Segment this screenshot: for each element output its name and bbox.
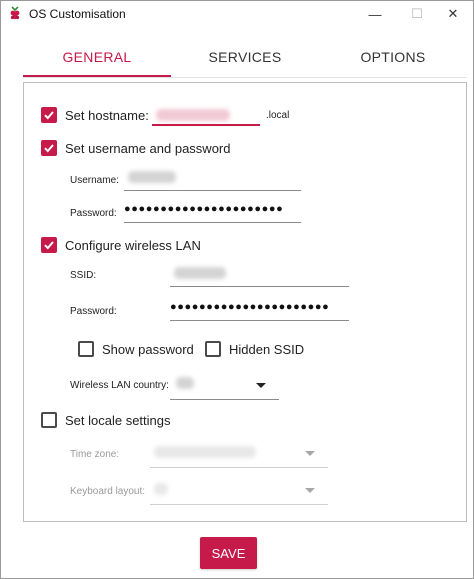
timezone-value — [154, 446, 256, 458]
keyboard-layout-select[interactable] — [150, 504, 328, 505]
ssid-label: SSID: — [70, 270, 97, 281]
wifi-country-value — [176, 377, 194, 389]
locale-row: Set locale settings — [41, 412, 171, 428]
close-button[interactable]: ✕ — [431, 1, 474, 27]
user-checkbox[interactable] — [41, 140, 57, 156]
wifi-row: Configure wireless LAN — [41, 237, 201, 253]
user-label: Set username and password — [65, 140, 231, 156]
raspberry-icon — [10, 6, 20, 20]
keyboard-layout-value — [154, 483, 168, 495]
caret-down-icon[interactable] — [305, 451, 315, 456]
wifi-country-select[interactable] — [170, 399, 279, 400]
active-tab-indicator — [23, 75, 171, 77]
checkmark-icon — [44, 144, 54, 153]
save-button[interactable]: SAVE — [200, 537, 257, 569]
wifi-password-input-value: ●●●●●●●●●●●●●●●●●●●●●● — [170, 301, 330, 313]
locale-checkbox[interactable] — [41, 412, 57, 428]
user-password-input[interactable] — [124, 222, 301, 223]
username-input[interactable] — [124, 190, 301, 191]
hostname-checkbox[interactable] — [41, 107, 57, 123]
hostname-label: Set hostname: — [65, 107, 149, 123]
username-label: Username: — [70, 175, 119, 186]
wifi-password-label: Password: — [70, 306, 117, 317]
checkmark-icon — [44, 241, 54, 250]
tab-services[interactable]: SERVICES — [171, 37, 319, 77]
hidden-ssid-row: Hidden SSID — [205, 341, 304, 357]
minimize-button[interactable]: — — [353, 1, 397, 27]
show-password-checkbox[interactable] — [78, 341, 94, 357]
wifi-password-input[interactable] — [170, 320, 349, 321]
wifi-label: Configure wireless LAN — [65, 237, 201, 253]
tab-options[interactable]: OPTIONS — [319, 37, 467, 77]
timezone-select[interactable] — [150, 467, 328, 468]
checkmark-icon — [44, 111, 54, 120]
tabs-divider — [23, 77, 467, 78]
hostname-input[interactable] — [152, 124, 260, 126]
keyboard-layout-label: Keyboard layout: — [70, 486, 146, 497]
user-row: Set username and password — [41, 140, 230, 156]
locale-label: Set locale settings — [65, 412, 171, 428]
title-bar: OS Customisation — ☐ ✕ — [1, 1, 473, 27]
tab-bar: GENERAL SERVICES OPTIONS — [23, 37, 467, 79]
username-input-value — [128, 171, 176, 183]
user-password-label: Password: — [70, 208, 117, 219]
wifi-checkbox[interactable] — [41, 237, 57, 253]
caret-down-icon[interactable] — [256, 383, 266, 388]
tab-general[interactable]: GENERAL — [23, 37, 171, 77]
hostname-input-value — [156, 109, 230, 121]
ssid-input-value — [174, 267, 226, 279]
wifi-country-label: Wireless LAN country: — [70, 380, 169, 391]
show-password-row: Show password — [78, 341, 194, 357]
os-customisation-dialog: OS Customisation — ☐ ✕ GENERAL SERVICES … — [0, 0, 474, 579]
general-settings-panel: Set hostname: .local Set username and pa… — [23, 82, 467, 522]
caret-down-icon[interactable] — [305, 488, 315, 493]
hidden-ssid-label: Hidden SSID — [229, 341, 305, 357]
user-password-input-value: ●●●●●●●●●●●●●●●●●●●●●● — [124, 203, 284, 215]
window-title: OS Customisation — [29, 7, 126, 21]
hostname-suffix: .local — [266, 110, 290, 121]
hostname-row: Set hostname: — [41, 107, 149, 123]
timezone-label: Time zone: — [70, 449, 120, 460]
ssid-input[interactable] — [170, 286, 349, 287]
hidden-ssid-checkbox[interactable] — [205, 341, 221, 357]
show-password-label: Show password — [102, 341, 194, 357]
